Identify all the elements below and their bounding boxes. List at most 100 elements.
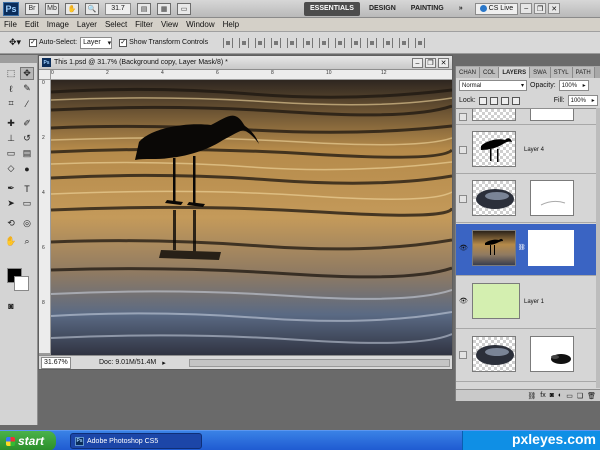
auto-align-icon[interactable]	[415, 37, 426, 48]
menu-help[interactable]: Help	[219, 20, 243, 29]
horizontal-ruler[interactable]: 0 2 4 6 8 10 12	[51, 70, 452, 80]
layer-style-icon[interactable]: fx	[540, 392, 545, 399]
adjustment-layer-icon[interactable]: ◐	[558, 392, 562, 399]
distribute-bottom-icon[interactable]	[351, 37, 362, 48]
menu-layer[interactable]: Layer	[73, 20, 101, 29]
canvas[interactable]	[51, 80, 452, 356]
visibility-toggle[interactable]	[459, 113, 467, 121]
menu-window[interactable]: Window	[182, 20, 218, 29]
align-hcenter-icon[interactable]	[287, 37, 298, 48]
marquee-tool-icon[interactable]: ⬚	[4, 67, 18, 80]
menu-file[interactable]: File	[0, 20, 21, 29]
start-button[interactable]: start	[0, 431, 56, 450]
zoom-tool-icon[interactable]: 🔍	[85, 2, 99, 15]
lock-image-icon[interactable]	[489, 96, 498, 105]
close-button[interactable]: ✕	[548, 3, 561, 14]
auto-select-dropdown[interactable]: Layer ▾	[80, 36, 113, 49]
quick-mask-icon[interactable]: ◙	[4, 299, 18, 312]
clone-stamp-tool-icon[interactable]: ⊥	[4, 132, 18, 145]
visibility-toggle[interactable]	[459, 146, 467, 154]
align-right-icon[interactable]	[303, 37, 314, 48]
link-layers-icon[interactable]: ⛓	[527, 392, 536, 400]
distribute-hcenter-icon[interactable]	[383, 37, 394, 48]
doc-restore-button[interactable]: ❐	[425, 58, 436, 68]
workspace-essentials-button[interactable]: ESSENTIALS	[304, 1, 360, 16]
lock-transparent-icon[interactable]	[478, 96, 487, 105]
workspace-painting-button[interactable]: PAINTING	[405, 2, 450, 16]
eye-icon[interactable]: 👁	[459, 297, 468, 305]
tab-color[interactable]: COL	[480, 67, 500, 78]
taskbar-photoshop-button[interactable]: Ps Adobe Photoshop CS5	[70, 433, 202, 449]
doc-close-button[interactable]: ✕	[438, 58, 449, 68]
quick-select-tool-icon[interactable]: ✎	[20, 82, 34, 95]
lock-all-icon[interactable]	[511, 96, 520, 105]
type-tool-icon[interactable]: T	[20, 182, 34, 195]
auto-select-checkbox[interactable]: ✓	[29, 38, 37, 47]
layer-row[interactable]	[456, 109, 597, 125]
minimize-button[interactable]: ‒	[520, 3, 533, 14]
hand-tool-icon[interactable]: ✋	[4, 235, 18, 248]
layer-mask-thumbnail[interactable]	[528, 230, 574, 266]
fill-field[interactable]: 100% ▸	[567, 95, 598, 106]
distribute-right-icon[interactable]	[399, 37, 410, 48]
tab-paths[interactable]: PATH	[572, 67, 595, 78]
menu-edit[interactable]: Edit	[21, 20, 43, 29]
layer-row[interactable]: Layer 4	[456, 126, 597, 174]
hand-icon[interactable]: ✋	[65, 2, 79, 15]
move-tool-icon[interactable]: ✥	[20, 67, 34, 80]
new-layer-icon[interactable]: ❏	[577, 392, 583, 400]
cs-live-button[interactable]: CS Live	[474, 2, 519, 15]
move-tool-preset-icon[interactable]: ✥▾	[4, 35, 26, 51]
3d-orbit-tool-icon[interactable]: ◎	[20, 217, 34, 230]
menu-image[interactable]: Image	[43, 20, 73, 29]
new-group-icon[interactable]: ▭	[566, 392, 573, 400]
horizontal-scrollbar[interactable]	[189, 359, 450, 367]
tab-layers[interactable]: LAYERS	[499, 67, 531, 78]
auto-select-option[interactable]: ✓ Auto-Select:	[29, 38, 77, 47]
pen-tool-icon[interactable]: ✒	[4, 182, 18, 195]
layers-scrollbar[interactable]	[596, 108, 600, 388]
tab-channels[interactable]: CHAN	[456, 67, 481, 78]
trash-icon[interactable]: 🗑	[587, 392, 596, 400]
layer-row[interactable]	[456, 175, 597, 223]
distribute-left-icon[interactable]	[367, 37, 378, 48]
layer-mask-thumbnail[interactable]	[530, 180, 574, 216]
gradient-tool-icon[interactable]: ▤	[20, 147, 34, 160]
distribute-vcenter-icon[interactable]	[335, 37, 346, 48]
chain-link-icon[interactable]: ⛓	[518, 244, 526, 251]
vertical-ruler[interactable]: 0 2 4 6 8	[39, 80, 51, 353]
screen-mode-icon[interactable]: ▭	[177, 2, 191, 15]
menu-view[interactable]: View	[157, 20, 182, 29]
menu-filter[interactable]: Filter	[131, 20, 157, 29]
path-selection-tool-icon[interactable]: ➤	[4, 197, 18, 210]
show-transform-checkbox[interactable]: ✓	[119, 38, 128, 47]
arrange-documents-icon[interactable]: ▦	[157, 2, 171, 15]
tools-panel-header[interactable]	[0, 55, 37, 63]
crop-tool-icon[interactable]: ⌗	[4, 97, 18, 110]
align-top-icon[interactable]	[223, 37, 234, 48]
shape-tool-icon[interactable]: ▭	[20, 197, 34, 210]
layer-row[interactable]	[456, 330, 597, 382]
tab-styles[interactable]: STYL	[550, 67, 573, 78]
lock-position-icon[interactable]	[500, 96, 509, 105]
layer-row-selected[interactable]: 👁 ⛓	[456, 224, 597, 276]
layer-row[interactable]: 👁 Layer 1	[456, 277, 597, 329]
zoom-tool-icon[interactable]: ⌕	[20, 235, 34, 248]
eraser-tool-icon[interactable]: ▭	[4, 147, 18, 160]
zoom-level-field[interactable]: 31.7	[105, 2, 131, 15]
history-brush-tool-icon[interactable]: ↺	[20, 132, 34, 145]
doc-minimize-button[interactable]: ‒	[412, 58, 423, 68]
more-workspaces-button[interactable]: »	[453, 2, 469, 16]
dodge-tool-icon[interactable]: ●	[20, 162, 34, 175]
distribute-top-icon[interactable]	[319, 37, 330, 48]
doc-size-info[interactable]: Doc: 9.01M/51.4M	[99, 359, 156, 366]
3d-rotate-tool-icon[interactable]: ⟲	[4, 217, 18, 230]
eye-icon[interactable]: 👁	[459, 244, 468, 252]
view-extras-icon[interactable]: ▤	[137, 2, 151, 15]
bridge-icon[interactable]: Br	[25, 2, 39, 15]
blur-tool-icon[interactable]: ◇	[4, 162, 18, 175]
align-bottom-icon[interactable]	[255, 37, 266, 48]
background-color-swatch[interactable]	[14, 276, 29, 291]
align-left-icon[interactable]	[271, 37, 282, 48]
opacity-field[interactable]: 100% ▸	[558, 80, 589, 91]
